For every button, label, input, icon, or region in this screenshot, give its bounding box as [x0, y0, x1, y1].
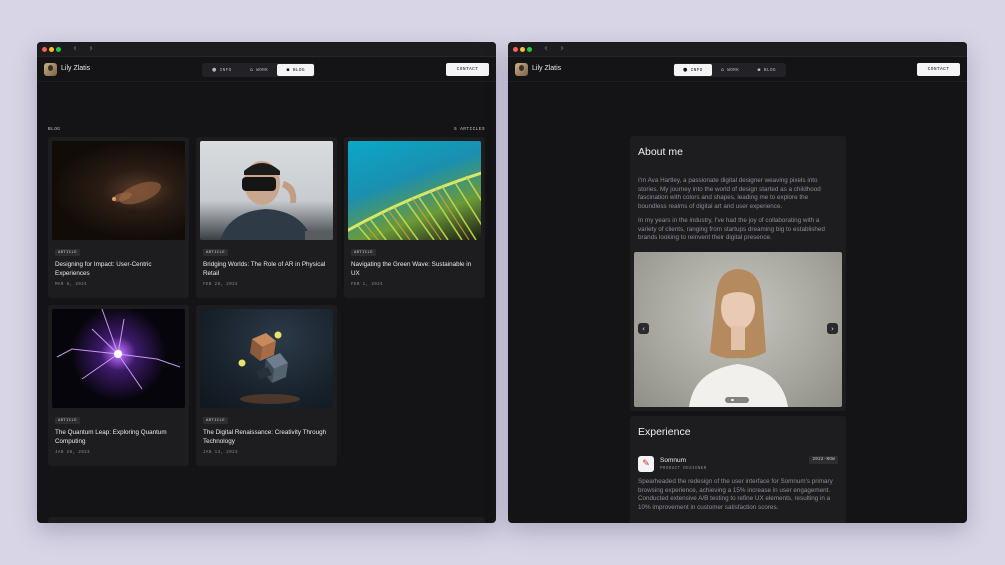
info-icon: ●	[683, 67, 688, 73]
experience-title: Experience	[638, 426, 691, 438]
chevron-right-icon: ›	[831, 324, 834, 333]
article-image	[200, 141, 333, 240]
close-window-button[interactable]	[42, 47, 47, 52]
carousel-dot[interactable]	[735, 398, 739, 402]
article-image	[200, 309, 333, 408]
article-image	[52, 309, 185, 408]
company-name: Somnum	[660, 457, 687, 464]
article-badge: ARTICLE	[55, 249, 80, 256]
article-title[interactable]: Bridging Worlds: The Role of AR in Physi…	[203, 261, 331, 278]
job-years-badge: 2022-NOW	[809, 456, 838, 464]
chevron-right-icon[interactable]: ›	[89, 43, 93, 55]
tab-blog[interactable]: ▪ BLOG	[277, 64, 314, 76]
carousel-indicator	[725, 397, 749, 403]
about-paragraph: I'm Ava Hartley, a passionate digital de…	[638, 177, 821, 210]
site-header: Lily Zlatis ● INFO ⌂ WORK ▪ BLOG CONTACT	[37, 57, 496, 82]
leaf-illustration	[348, 171, 481, 240]
about-title: About me	[638, 146, 683, 158]
somnum-logo-icon: ✎	[642, 459, 650, 469]
portrait-carousel: ‹ ›	[634, 252, 842, 407]
article-date: FEB 28, 2024	[203, 283, 238, 287]
article-badge: ARTICLE	[55, 417, 80, 424]
carousel-dot[interactable]	[731, 398, 734, 402]
carousel-prev-button[interactable]: ‹	[638, 323, 649, 334]
article-card[interactable]: ARTICLE Designing for Impact: User-Centr…	[48, 137, 189, 298]
carousel-dot[interactable]	[740, 398, 743, 402]
hands-illustration	[112, 181, 161, 205]
info-window: ‹ › Lily Zlatis ● INFO ⌂ WORK ▪ BLOG CONTAC…	[508, 42, 967, 523]
avatar	[515, 63, 528, 76]
portrait-image	[689, 269, 788, 407]
avatar	[44, 63, 57, 76]
carousel-next-button[interactable]: ›	[827, 323, 838, 334]
article-card[interactable]: ARTICLE The Quantum Leap: Exploring Quan…	[48, 305, 189, 466]
article-badge: ARTICLE	[351, 249, 376, 256]
article-title[interactable]: The Quantum Leap: Exploring Quantum Comp…	[55, 429, 183, 446]
article-count: 5 ARTICLES	[453, 127, 485, 132]
article-date: MAR 8, 2024	[55, 283, 88, 287]
article-title[interactable]: The Digital Renaissance: Creativity Thro…	[203, 429, 331, 446]
minimize-window-button[interactable]	[49, 47, 54, 52]
main-nav: ● INFO ⌂ WORK ▪ BLOG	[673, 63, 786, 77]
minimize-window-button[interactable]	[520, 47, 525, 52]
article-image	[348, 141, 481, 240]
contact-button[interactable]: CONTACT	[917, 63, 960, 76]
article-title[interactable]: Designing for Impact: User-Centric Exper…	[55, 261, 183, 278]
chevron-left-icon: ‹	[642, 324, 645, 333]
home-icon: ⌂	[720, 67, 725, 73]
blog-window: ‹ › Lily Zlatis ● INFO ⌂ WORK ▪ BLOG CONTAC…	[37, 42, 496, 523]
about-paragraph: In my years in the industry, I've had th…	[638, 217, 825, 241]
brand-name[interactable]: Lily Zlatis	[61, 65, 90, 72]
tab-work[interactable]: ⌂ WORK	[241, 64, 278, 76]
article-card[interactable]: ARTICLE Navigating the Green Wave: Susta…	[344, 137, 485, 298]
maximize-window-button[interactable]	[527, 47, 532, 52]
article-image	[52, 141, 185, 240]
article-date: FEB 1, 2024	[351, 283, 384, 287]
footer-edge	[48, 517, 485, 523]
job-description: Spearheaded the redesign of the user int…	[638, 478, 833, 511]
article-card[interactable]: ARTICLE The Digital Renaissance: Creativ…	[196, 305, 337, 466]
article-title[interactable]: Navigating the Green Wave: Sustainable i…	[351, 261, 479, 278]
window-titlebar: ‹ ›	[37, 42, 496, 57]
contact-button[interactable]: CONTACT	[446, 63, 489, 76]
plasma-illustration	[56, 309, 181, 390]
chevron-right-icon[interactable]: ›	[560, 43, 564, 55]
tab-work[interactable]: ⌂ WORK	[712, 64, 749, 76]
experience-card: Experience ✎ Somnum PRODUCT DESIGNER 202…	[630, 416, 846, 523]
site-header: Lily Zlatis ● INFO ⌂ WORK ▪ BLOG CONTACT	[508, 57, 967, 82]
window-titlebar: ‹ ›	[508, 42, 967, 57]
job-role: PRODUCT DESIGNER	[660, 467, 707, 471]
blog-icon: ▪	[286, 67, 290, 73]
maximize-window-button[interactable]	[56, 47, 61, 52]
tab-blog[interactable]: ▪ BLOG	[748, 64, 785, 76]
tab-info[interactable]: ● INFO	[674, 64, 712, 76]
main-nav: ● INFO ⌂ WORK ▪ BLOG	[202, 63, 315, 77]
close-window-button[interactable]	[513, 47, 518, 52]
company-logo: ✎	[638, 456, 654, 472]
info-icon: ●	[212, 67, 217, 73]
article-date: JAN 28, 2023	[55, 451, 90, 455]
chevron-left-icon[interactable]: ‹	[544, 43, 548, 55]
blog-icon: ▪	[757, 67, 761, 73]
section-label: BLOG	[48, 127, 61, 132]
article-date: JAN 13, 2023	[203, 451, 238, 455]
chevron-left-icon[interactable]: ‹	[73, 43, 77, 55]
cubes-illustration	[238, 331, 300, 404]
home-icon: ⌂	[249, 67, 254, 73]
about-card: About me I'm Ava Hartley, a passionate d…	[630, 136, 846, 411]
tab-info[interactable]: ● INFO	[203, 64, 241, 76]
article-badge: ARTICLE	[203, 417, 228, 424]
vr-illustration	[220, 161, 333, 240]
brand-name[interactable]: Lily Zlatis	[532, 65, 561, 72]
article-card[interactable]: ARTICLE Bridging Worlds: The Role of AR …	[196, 137, 337, 298]
article-badge: ARTICLE	[203, 249, 228, 256]
